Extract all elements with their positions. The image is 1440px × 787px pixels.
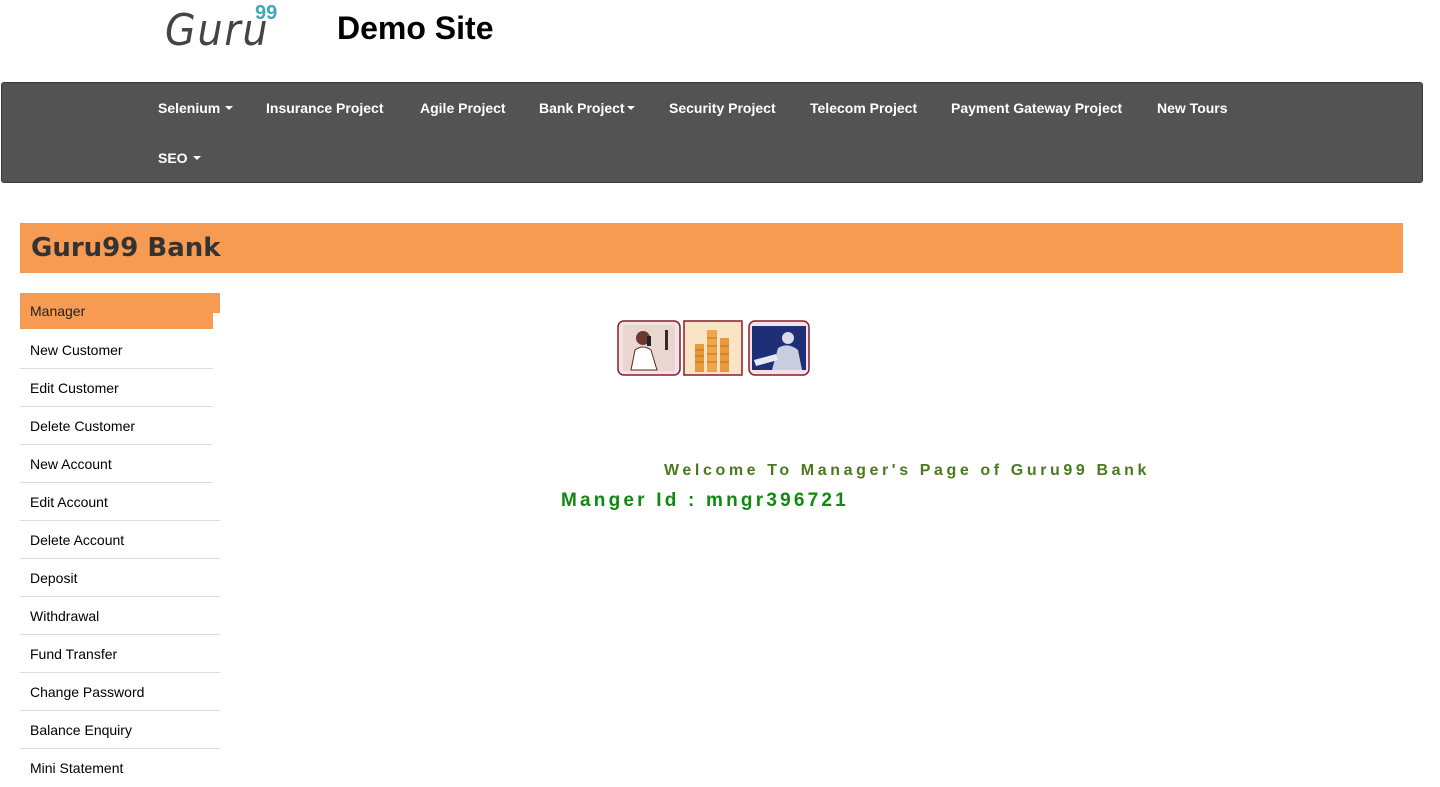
nav-item-new-tours[interactable]: New Tours (1157, 99, 1228, 117)
sidebar-item-label: Delete Customer (30, 418, 136, 434)
sidebar-item-label: Deposit (30, 570, 78, 586)
sidebar-item-new-customer[interactable]: New Customer (20, 331, 213, 369)
nav-label: New Tours (1157, 100, 1228, 116)
sidebar-item-change-password[interactable]: Change Password (20, 673, 220, 711)
welcome-message: Welcome To Manager's Page of Guru99 Bank (664, 462, 1150, 479)
banking-image-strip (617, 316, 810, 379)
sidebar-item-new-account[interactable]: New Account (20, 445, 213, 483)
sidebar-item-edit-account[interactable]: Edit Account (20, 483, 213, 521)
nav-label: Payment Gateway Project (951, 100, 1123, 116)
sidebar-item-label: New Account (30, 456, 112, 472)
logo-text: Guru (165, 5, 270, 56)
nav-item-payment-gateway-project[interactable]: Payment Gateway Project (951, 99, 1122, 117)
nav-item-insurance-project[interactable]: Insurance Project (266, 99, 384, 117)
nav-item-seo[interactable]: SEO (158, 149, 201, 167)
nav-item-selenium[interactable]: Selenium (158, 99, 234, 117)
nav-item-telecom-project[interactable]: Telecom Project (810, 99, 917, 117)
bank-title: Guru99 Bank (31, 233, 221, 263)
nav-item-bank-project[interactable]: Bank Project (539, 99, 635, 117)
coin-stacks-photo (683, 320, 743, 376)
nav-label: Agile Project (420, 100, 506, 116)
site-header: Guru 99 Demo Site (0, 0, 1440, 82)
guru99-logo[interactable]: Guru 99 (165, 2, 281, 56)
sidebar-item-delete-account[interactable]: Delete Account (20, 521, 220, 559)
site-title: Demo Site (337, 10, 494, 46)
sidebar-item-label: Withdrawal (30, 608, 100, 624)
nav-item-security-project[interactable]: Security Project (669, 99, 776, 117)
logo-superscript: 99 (255, 2, 278, 24)
sidebar-item-withdrawal[interactable]: Withdrawal (20, 597, 220, 635)
caret-down-icon (225, 106, 234, 111)
caret-down-icon (192, 156, 201, 161)
nav-label: Security Project (669, 100, 776, 116)
office-worker-photo (748, 320, 810, 376)
sidebar-item-mini-statement[interactable]: Mini Statement (20, 749, 220, 787)
top-navbar: Selenium Insurance Project Agile Project… (1, 82, 1423, 183)
sidebar-heading-label: Manager (30, 303, 86, 319)
sidebar-item-label: Edit Account (30, 494, 108, 510)
sidebar-heading-manager[interactable]: Manager (20, 293, 220, 329)
businessman-phone-photo (617, 320, 681, 376)
nav-label: SEO (158, 150, 188, 166)
bank-banner: Guru99 Bank (20, 223, 1403, 273)
sidebar-item-delete-customer[interactable]: Delete Customer (20, 407, 213, 445)
sidebar-item-label: Fund Transfer (30, 646, 118, 662)
sidebar-item-edit-customer[interactable]: Edit Customer (20, 369, 213, 407)
nav-item-agile-project[interactable]: Agile Project (420, 99, 506, 117)
nav-label: Telecom Project (810, 100, 918, 116)
sidebar-item-deposit[interactable]: Deposit (20, 559, 220, 597)
sidebar-heading-notch (213, 313, 220, 329)
sidebar-item-label: Delete Account (30, 532, 125, 548)
manager-id-text: Manger Id : mngr396721 (561, 490, 849, 511)
sidebar-item-fund-transfer[interactable]: Fund Transfer (20, 635, 220, 673)
nav-label: Insurance Project (266, 100, 384, 116)
nav-label: Bank Project (539, 100, 625, 116)
nav-label: Selenium (158, 100, 221, 116)
sidebar-item-label: Edit Customer (30, 380, 119, 396)
sidebar-item-label: Change Password (30, 684, 145, 700)
sidebar-item-label: New Customer (30, 342, 123, 358)
sidebar-item-label: Mini Statement (30, 760, 124, 776)
caret-down-icon (626, 106, 635, 111)
sidebar-item-balance-enquiry[interactable]: Balance Enquiry (20, 711, 220, 749)
sidebar-item-label: Balance Enquiry (30, 722, 132, 738)
